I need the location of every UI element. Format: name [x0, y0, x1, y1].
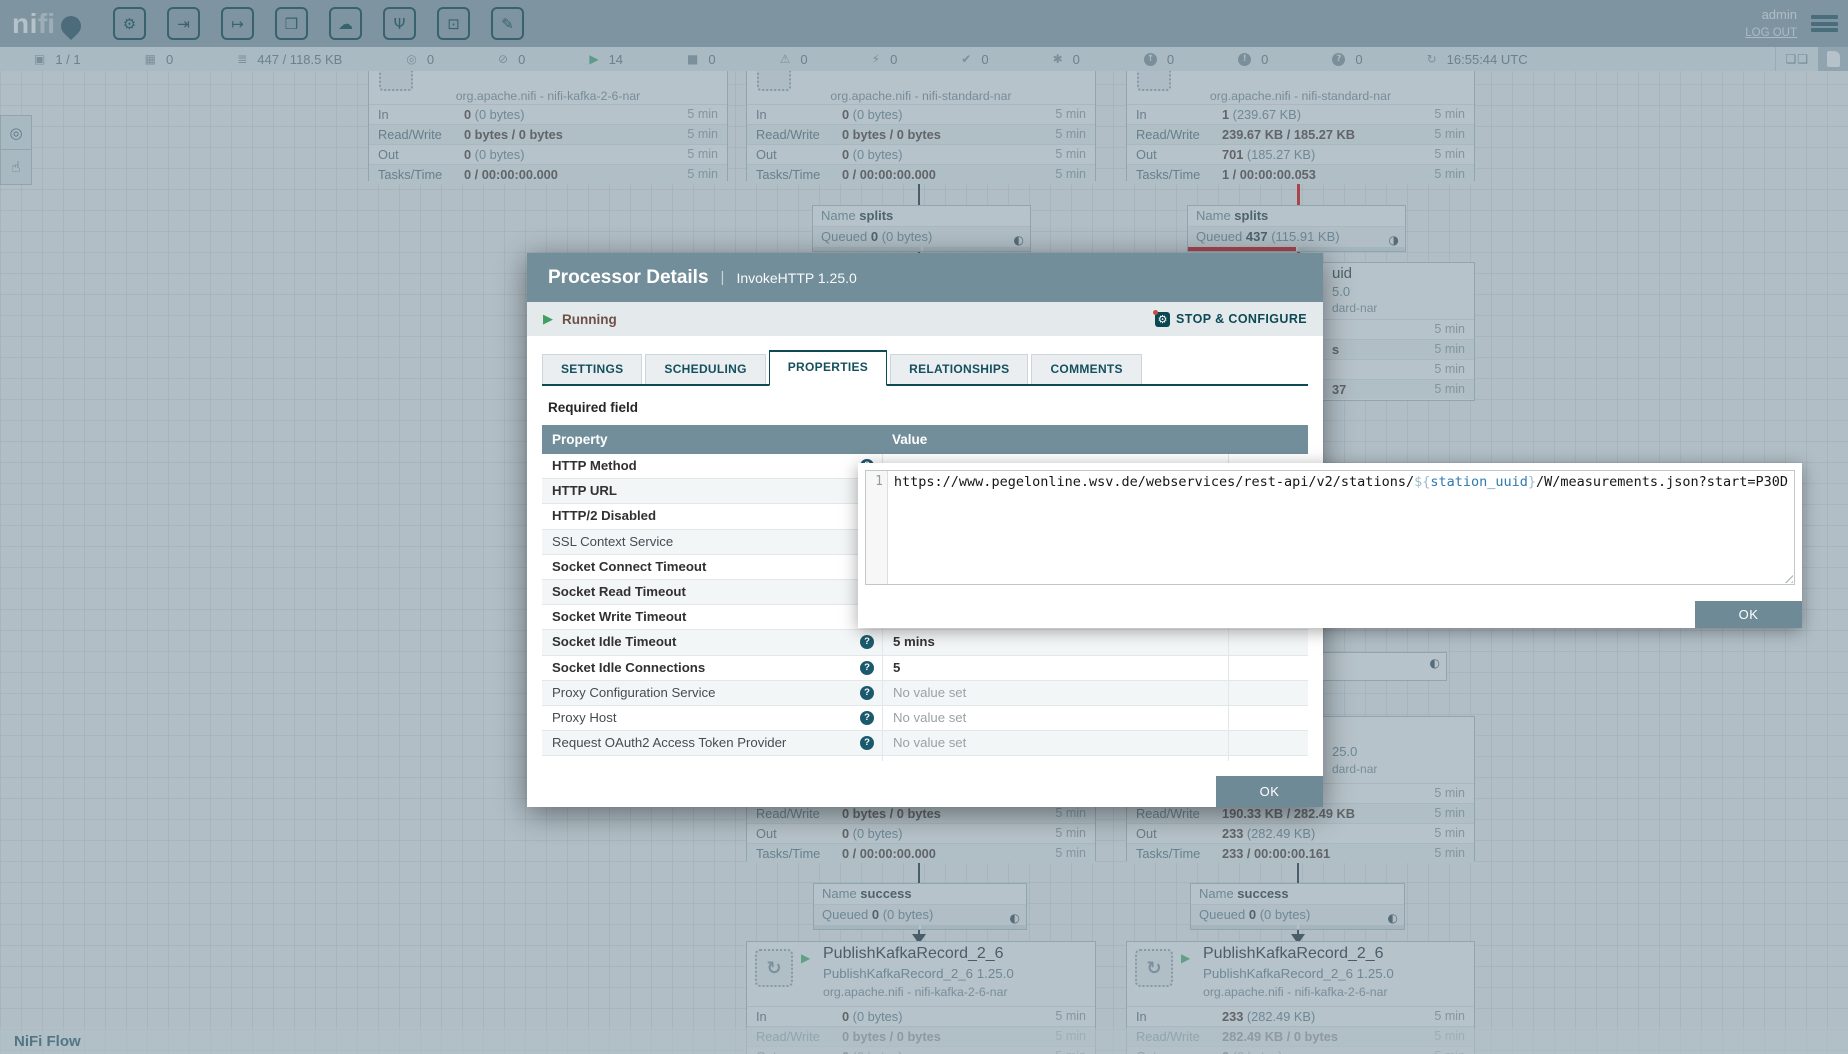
url-segment-brace: } — [1528, 474, 1536, 490]
help-icon[interactable]: ? — [860, 686, 874, 700]
property-row[interactable]: Request OAuth2 Access Token Provider?No … — [542, 731, 1308, 756]
property-actions-cell — [1228, 731, 1308, 755]
property-value[interactable]: 5 — [882, 656, 1228, 680]
property-value[interactable]: No value set — [882, 756, 1228, 761]
help-icon[interactable]: ? — [860, 711, 874, 725]
property-name: HTTP Method? — [542, 454, 882, 478]
property-name: Proxy Configuration Service? — [542, 681, 882, 705]
url-segment-param: station_uuid — [1430, 474, 1528, 490]
dialog-ok-button[interactable]: OK — [1216, 776, 1323, 807]
dialog-header: Processor Details | InvokeHTTP 1.25.0 — [527, 253, 1323, 302]
tab-settings[interactable]: SETTINGS — [542, 354, 642, 384]
tab-scheduling[interactable]: SCHEDULING — [645, 354, 765, 384]
processor-state-bar: ▶ Running ⚙ STOP & CONFIGURE — [527, 302, 1323, 336]
processor-state: Running — [562, 312, 617, 327]
property-row[interactable]: Proxy Configuration Service?No value set — [542, 681, 1308, 706]
tab-relationships[interactable]: RELATIONSHIPS — [890, 354, 1028, 384]
property-name: Socket Idle Connections? — [542, 656, 882, 680]
value-editor-popup: 1 https://www.pegelonline.wsv.de/webserv… — [858, 463, 1802, 628]
property-name: Socket Idle Timeout? — [542, 630, 882, 654]
property-row[interactable]: Proxy Host?No value set — [542, 706, 1308, 731]
property-row[interactable]: Request Username?No value set — [542, 756, 1308, 761]
property-name: SSL Context Service? — [542, 530, 882, 554]
stop-and-configure-button[interactable]: ⚙ STOP & CONFIGURE — [1155, 312, 1307, 327]
value-editor-text[interactable]: https://www.pegelonline.wsv.de/webservic… — [888, 471, 1794, 584]
editor-ok-button[interactable]: OK — [1695, 601, 1802, 628]
nifi-application: org.apache.nifi - nifi-kafka-2-6-narIn0 … — [0, 0, 1848, 1054]
property-name: HTTP URL? — [542, 479, 882, 503]
property-name: Socket Connect Timeout? — [542, 555, 882, 579]
property-value[interactable]: No value set — [882, 731, 1228, 755]
properties-table-header: Property Value — [542, 425, 1308, 454]
property-value[interactable]: 5 mins — [882, 630, 1228, 654]
property-column-header: Property — [542, 425, 882, 454]
url-segment-plain: /W/measurements.json?start=P30D — [1536, 474, 1788, 490]
property-actions-cell — [1228, 656, 1308, 680]
required-field-note: Required field — [548, 400, 1323, 415]
tab-properties[interactable]: PROPERTIES — [769, 350, 887, 386]
property-actions-cell — [1228, 681, 1308, 705]
property-value[interactable]: No value set — [882, 706, 1228, 730]
running-play-icon: ▶ — [543, 312, 553, 327]
tab-comments[interactable]: COMMENTS — [1031, 354, 1141, 384]
value-column-header: Value — [882, 425, 1308, 454]
dialog-subtitle: InvokeHTTP 1.25.0 — [736, 270, 856, 286]
line-number-gutter: 1 — [866, 471, 888, 584]
dialog-tabs: SETTINGSSCHEDULINGPROPERTIESRELATIONSHIP… — [542, 352, 1308, 386]
dialog-title: Processor Details — [548, 267, 709, 289]
property-name: Socket Read Timeout? — [542, 580, 882, 604]
property-row[interactable]: Socket Idle Connections?5 — [542, 656, 1308, 681]
property-actions-cell — [1228, 630, 1308, 654]
stop-configure-icon: ⚙ — [1155, 312, 1170, 327]
property-value[interactable]: No value set — [882, 681, 1228, 705]
property-name: Request OAuth2 Access Token Provider? — [542, 731, 882, 755]
help-icon[interactable]: ? — [860, 736, 874, 750]
url-segment-plain: https://www.pegelonline.wsv.de/webservic… — [894, 474, 1414, 490]
url-segment-brace: ${ — [1414, 474, 1430, 490]
property-name: Proxy Host? — [542, 706, 882, 730]
property-actions-cell — [1228, 706, 1308, 730]
help-icon[interactable]: ? — [860, 635, 874, 649]
property-name: Request Username? — [542, 756, 882, 761]
property-row[interactable]: Socket Idle Timeout?5 mins — [542, 630, 1308, 655]
help-icon[interactable]: ? — [860, 661, 874, 675]
property-name: HTTP/2 Disabled? — [542, 504, 882, 528]
property-actions-cell — [1228, 756, 1308, 761]
value-editor[interactable]: 1 https://www.pegelonline.wsv.de/webserv… — [865, 470, 1795, 585]
title-separator: | — [721, 269, 725, 286]
property-name: Socket Write Timeout? — [542, 605, 882, 629]
